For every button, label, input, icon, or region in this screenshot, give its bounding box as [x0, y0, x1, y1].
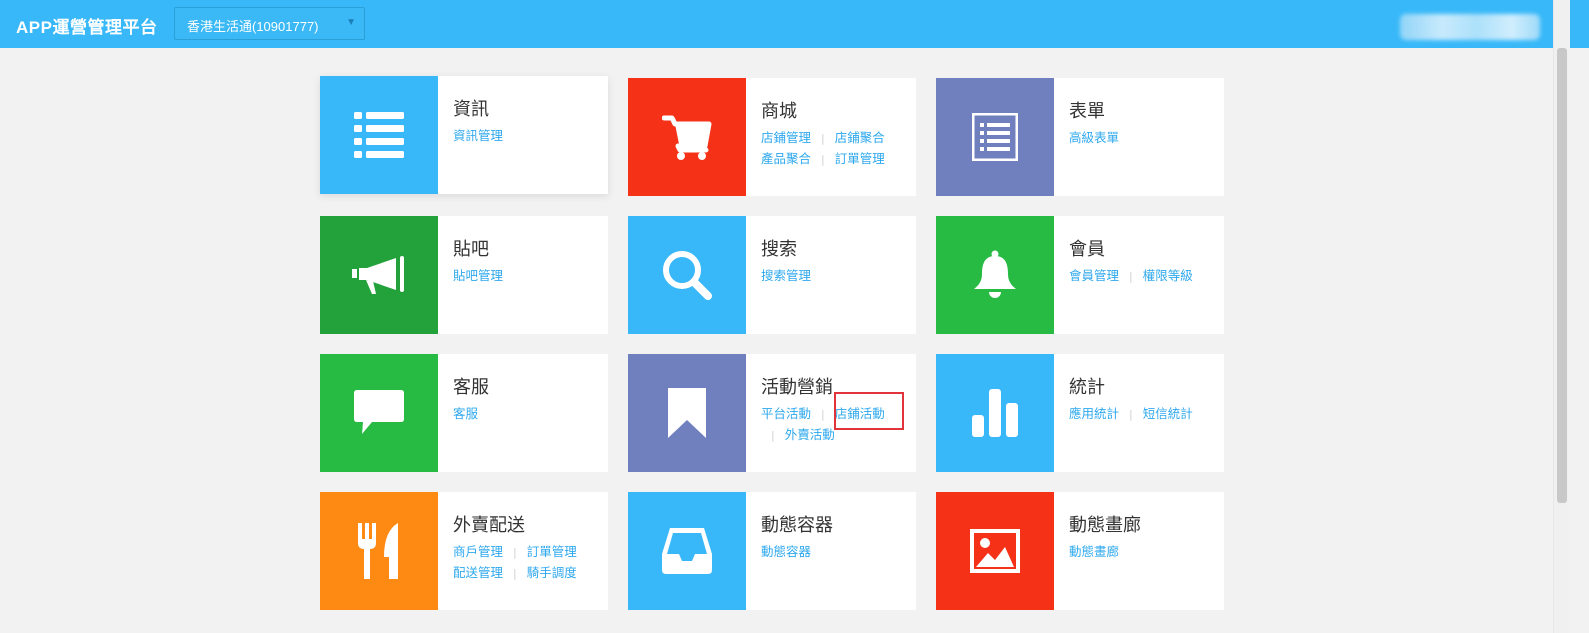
link-takeaway-activity[interactable]: 外賣活動 [785, 427, 835, 442]
app-title: APP運營管理平台 [16, 18, 158, 37]
fork-knife-icon [320, 492, 438, 610]
form-document-icon [936, 78, 1054, 196]
link-platform-activity[interactable]: 平台活動 [761, 406, 811, 421]
tile-delivery[interactable]: 外賣配送 商戶管理 | 訂單管理 配送管理 | 騎手調度 [320, 492, 608, 610]
store-select[interactable]: 香港生活通(10901777) ▼ [174, 7, 365, 40]
link-dynamic-container[interactable]: 動態容器 [761, 544, 811, 559]
list-icon [320, 76, 438, 194]
link-permission-levels[interactable]: 權限等級 [1143, 268, 1193, 283]
tile-links: 資訊管理 [453, 126, 503, 146]
tile-title: 動態畫廊 [1069, 515, 1141, 536]
tile-links: 會員管理 | 權限等級 [1069, 268, 1193, 283]
link-advanced-forms[interactable]: 高級表單 [1069, 130, 1119, 145]
tile-links: 貼吧管理 [453, 266, 503, 286]
link-product-aggregate[interactable]: 產品聚合 [761, 151, 811, 166]
link-forum-manage[interactable]: 貼吧管理 [453, 268, 503, 283]
scroll-thumb[interactable] [1557, 48, 1567, 503]
link-order-manage[interactable]: 訂單管理 [835, 151, 885, 166]
tile-search[interactable]: 搜索 搜索管理 [628, 216, 916, 334]
link-store-aggregate[interactable]: 店鋪聚合 [835, 130, 885, 145]
tile-title: 貼吧 [453, 239, 489, 260]
tile-title: 表單 [1069, 101, 1105, 122]
tile-container[interactable]: 動態容器 動態容器 [628, 492, 916, 610]
tile-title: 外賣配送 [453, 515, 525, 536]
link-dynamic-gallery[interactable]: 動態畫廊 [1069, 544, 1119, 559]
link-store-manage[interactable]: 店鋪管理 [761, 130, 811, 145]
tile-title: 動態容器 [761, 515, 833, 536]
tile-title: 會員 [1069, 239, 1105, 260]
link-rider-dispatch[interactable]: 騎手調度 [527, 565, 577, 580]
megaphone-icon [320, 216, 438, 334]
tile-title: 搜索 [761, 239, 797, 260]
link-sms-stats[interactable]: 短信統計 [1143, 406, 1193, 421]
link-delivery-manage[interactable]: 配送管理 [453, 565, 503, 580]
bell-icon [936, 216, 1054, 334]
tile-links: 動態容器 [761, 542, 811, 562]
top-bar: APP運營管理平台 香港生活通(10901777) ▼ [0, 0, 1589, 48]
highlight-box [834, 392, 904, 430]
tile-links: 搜索管理 [761, 266, 811, 286]
tile-stats[interactable]: 統計 應用統計 | 短信統計 [936, 354, 1224, 472]
tile-title: 商城 [761, 101, 797, 122]
bookmark-icon [628, 354, 746, 472]
shopping-cart-icon [628, 78, 746, 196]
tile-mall[interactable]: 商城 店鋪管理 | 店鋪聚合 產品聚合 | 訂單管理 [628, 78, 916, 196]
tile-links: 商戶管理 | 訂單管理 配送管理 | 騎手調度 [453, 544, 577, 580]
magnifier-icon [628, 216, 746, 334]
link-member-manage[interactable]: 會員管理 [1069, 268, 1119, 283]
link-search-manage[interactable]: 搜索管理 [761, 268, 811, 283]
link-app-stats[interactable]: 應用統計 [1069, 406, 1119, 421]
caret-down-icon: ▼ [346, 17, 356, 28]
tile-members[interactable]: 會員 會員管理 | 權限等級 [936, 216, 1224, 334]
tile-service[interactable]: 客服 客服 [320, 354, 608, 472]
link-customer-service[interactable]: 客服 [453, 406, 478, 421]
tile-links: 客服 [453, 404, 478, 424]
tile-forms[interactable]: 表單 高級表單 [936, 78, 1224, 196]
tile-forum[interactable]: 貼吧 貼吧管理 [320, 216, 608, 334]
tile-title: 客服 [453, 377, 489, 398]
tile-info[interactable]: 資訊 資訊管理 [320, 76, 608, 194]
tile-links: 店鋪管理 | 店鋪聚合 產品聚合 | 訂單管理 [761, 130, 885, 166]
bar-chart-icon [936, 354, 1054, 472]
tile-title: 資訊 [453, 99, 489, 120]
inbox-tray-icon [628, 492, 746, 610]
tile-links: 應用統計 | 短信統計 [1069, 406, 1193, 421]
tile-title: 活動營銷 [761, 377, 833, 398]
tile-links: 動態畫廊 [1069, 542, 1119, 562]
store-select-value: 香港生活通(10901777) [187, 19, 319, 34]
scrollbar[interactable] [1553, 0, 1570, 633]
tile-title: 統計 [1069, 377, 1105, 398]
tile-gallery[interactable]: 動態畫廊 動態畫廊 [936, 492, 1224, 610]
link-merchant-manage[interactable]: 商戶管理 [453, 544, 503, 559]
tile-links: 高級表單 [1069, 128, 1119, 148]
image-icon [936, 492, 1054, 610]
chat-bubble-icon [320, 354, 438, 472]
user-info-blurred[interactable] [1400, 14, 1540, 40]
link-info-manage[interactable]: 資訊管理 [453, 128, 503, 143]
link-order-manage[interactable]: 訂單管理 [527, 544, 577, 559]
